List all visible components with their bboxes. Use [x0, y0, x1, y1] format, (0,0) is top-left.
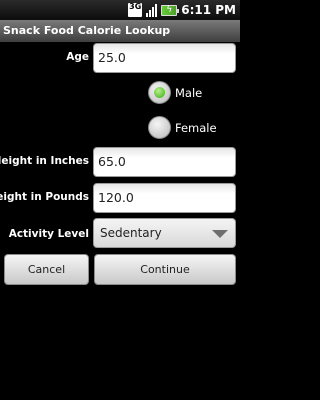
status-bar: 3G ϟ 6:11 PM	[0, 0, 240, 20]
radio-male[interactable]: Male	[148, 81, 202, 104]
radio-female-indicator[interactable]	[148, 116, 171, 139]
age-label: Age	[66, 51, 89, 63]
cancel-button[interactable]: Cancel	[4, 254, 89, 285]
radio-male-indicator[interactable]	[148, 81, 171, 104]
radio-female[interactable]: Female	[148, 116, 217, 139]
app-title: Snack Food Calorie Lookup	[0, 20, 240, 42]
signal-bars-icon	[146, 3, 158, 17]
activity-spinner[interactable]: Sedentary	[93, 218, 236, 248]
height-label: Height in Inches	[0, 155, 89, 167]
weight-field[interactable]: 120.0	[93, 183, 236, 213]
chevron-down-icon	[212, 230, 228, 238]
battery-charging-icon: ϟ	[161, 4, 180, 16]
network-3g-icon: 3G	[128, 3, 143, 17]
status-clock: 6:11 PM	[181, 3, 236, 17]
activity-label: Activity Level	[8, 228, 89, 240]
age-field[interactable]: 25.0	[93, 43, 236, 73]
continue-button[interactable]: Continue	[94, 254, 236, 285]
activity-selected: Sedentary	[100, 226, 162, 240]
radio-female-label: Female	[175, 120, 217, 135]
radio-male-label: Male	[175, 85, 203, 100]
height-field[interactable]: 65.0	[93, 147, 236, 177]
weight-label: Weight in Pounds	[0, 191, 89, 203]
